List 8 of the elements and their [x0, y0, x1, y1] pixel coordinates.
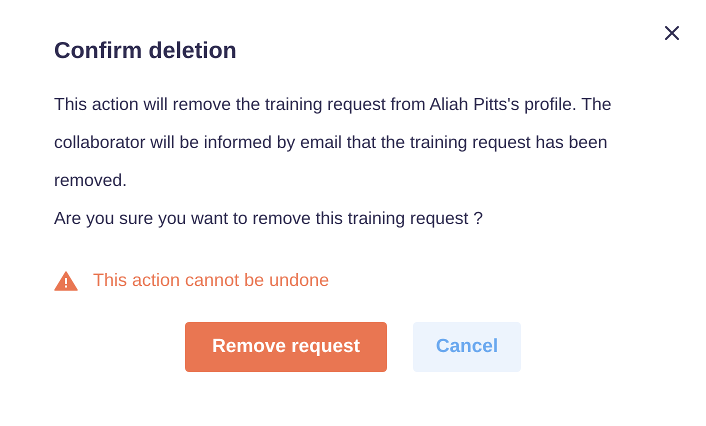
- remove-button[interactable]: Remove request: [185, 322, 387, 372]
- warning-text: This action cannot be undone: [93, 270, 330, 291]
- message-text: This action will remove the training request from Aliah Pitts's profile. The collaborator will be informed by email that the training request has been removed.: [54, 93, 612, 192]
- warning-icon: [54, 270, 78, 290]
- close-icon[interactable]: [664, 25, 680, 41]
- dialog-title: Confirm deletion: [54, 36, 238, 65]
- message-text: Are you sure you want to remove this training request ?: [54, 207, 484, 230]
- cancel-button[interactable]: Cancel: [413, 322, 521, 372]
